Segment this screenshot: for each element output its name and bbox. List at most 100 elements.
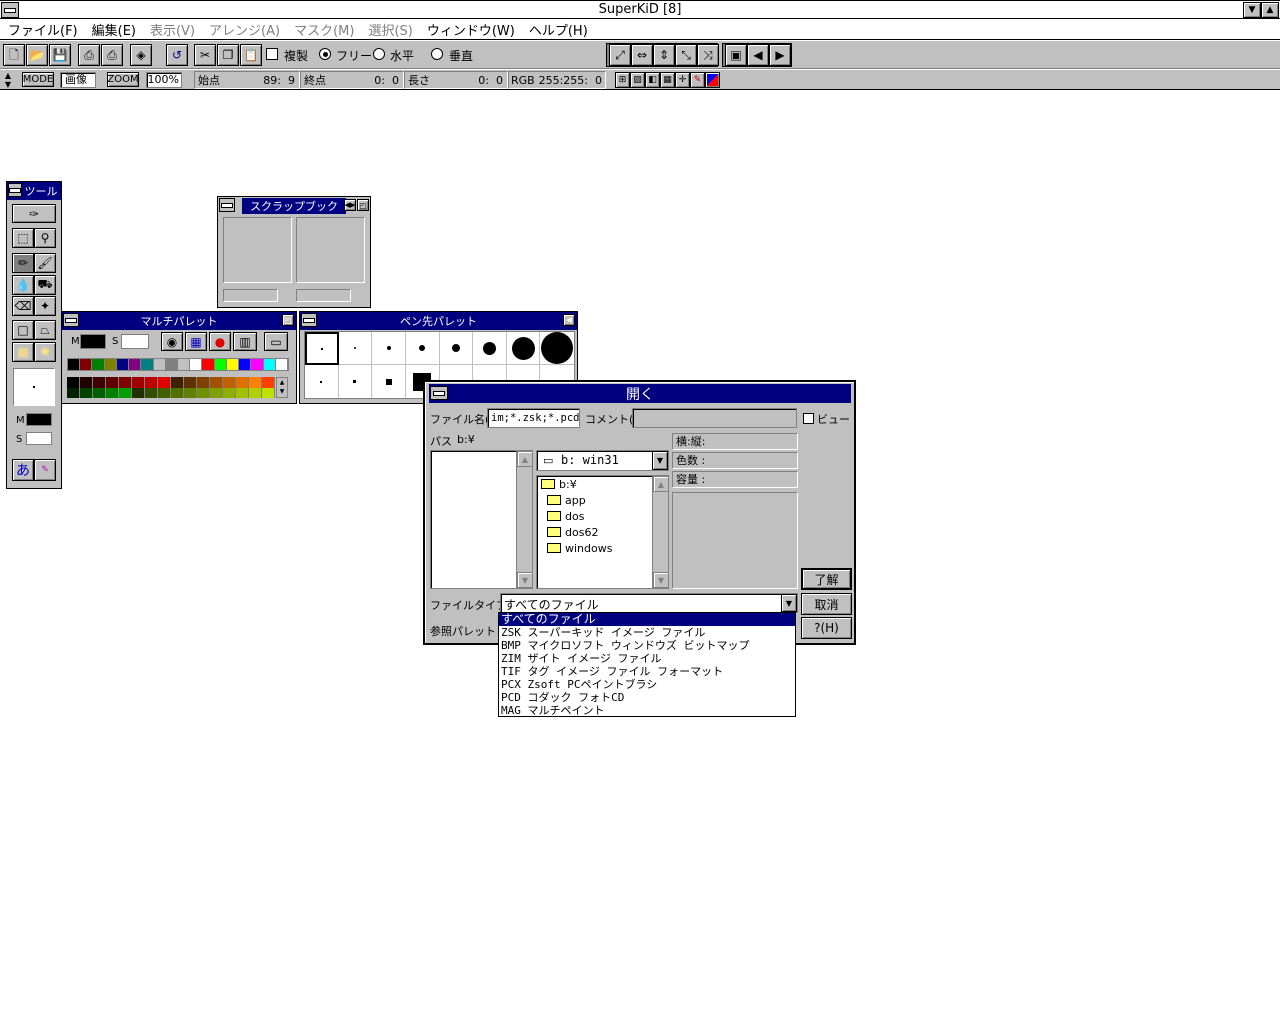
palette-swatch[interactable] (153, 359, 166, 370)
radio-horizontal[interactable] (373, 48, 385, 60)
pen-tip-2px[interactable] (338, 332, 373, 365)
print-setup-icon[interactable]: ⎙ (101, 44, 123, 66)
palette-swatch[interactable] (210, 388, 223, 398)
palette-swatch[interactable] (106, 377, 119, 388)
radio-free[interactable] (319, 48, 331, 60)
scrapbook-sysmenu-icon[interactable] (219, 198, 235, 212)
scrapbook-title-bar[interactable]: スクラップブック ◀▶ ◰ (218, 197, 370, 215)
palette-swatch[interactable] (197, 377, 210, 388)
next-icon[interactable]: ▶ (769, 44, 791, 66)
palette-swatch[interactable] (223, 388, 236, 398)
filetype-option-tif[interactable]: TIF タグ イメージ ファイル フォーマット (499, 665, 795, 678)
dir-list-scroll-down-icon[interactable]: ▼ (653, 572, 669, 588)
status-scroll-icon[interactable]: ▲ ▼ (2, 71, 14, 89)
filetype-dropdown-icon[interactable]: ▼ (781, 594, 797, 612)
maximize-button[interactable]: ▲ (1261, 2, 1279, 18)
filename-input[interactable]: im;*.zsk;*.pcd (487, 408, 580, 428)
help-button[interactable]: ?(H) (801, 617, 852, 639)
pen-palette-sysmenu-icon[interactable] (301, 313, 317, 327)
palette-swatch[interactable] (116, 359, 130, 370)
multipalette-sysmenu-icon[interactable] (63, 313, 79, 327)
gradation-icon[interactable]: ◧ (645, 72, 660, 88)
palette-swatch[interactable] (129, 359, 142, 370)
palette-apple-icon[interactable]: ● (209, 332, 231, 351)
pen-tip-sq-2px[interactable] (339, 365, 373, 398)
mode-button[interactable]: MODE (22, 72, 54, 87)
palette-swatch[interactable] (214, 359, 227, 370)
palette-swatch[interactable] (93, 377, 106, 388)
cancel-button[interactable]: 取消 (801, 593, 852, 615)
pen-tip-1px[interactable] (305, 332, 339, 365)
pencil-tool-icon[interactable]: ✏ (12, 253, 34, 273)
palette-swatch[interactable] (262, 388, 275, 398)
palette-swatch[interactable] (80, 388, 93, 398)
tile-icon[interactable]: ▦ (660, 72, 675, 88)
scrapbook-slot-2[interactable] (296, 217, 365, 283)
dir-item-windows[interactable]: windows (537, 542, 668, 558)
flip-icon[interactable]: ⇔ (631, 44, 653, 66)
eyedropper-tool-icon[interactable]: ⚲ (34, 228, 56, 248)
copy-icon[interactable]: ❐ (217, 44, 239, 66)
file-list-scroll-down-icon[interactable]: ▼ (517, 572, 533, 588)
texture-tool-icon[interactable]: ▩ (12, 342, 34, 362)
palette-swatch[interactable] (197, 388, 210, 398)
color-pen-icon[interactable]: ✎ (690, 72, 705, 88)
crosshair-icon[interactable]: ✛ (675, 72, 690, 88)
palette-swatch[interactable] (263, 359, 276, 370)
resize-icon[interactable]: ⇕ (653, 44, 675, 66)
grid-icon[interactable]: ⊞ (615, 72, 630, 88)
multipalette-title-bar[interactable]: マルチパレット ◰ (62, 312, 296, 330)
palette-swatch[interactable] (236, 388, 249, 398)
pen-palette-title-bar[interactable]: ペン先パレット ◀ (300, 312, 577, 330)
open-dialog-title-bar[interactable]: 開く (429, 384, 851, 403)
polygon-tool-icon[interactable]: ⏢ (34, 320, 56, 340)
palette-swatch[interactable] (251, 359, 264, 370)
airbrush-tool-icon[interactable]: ✑ (12, 204, 56, 223)
menu-file[interactable]: ファイル(F) (8, 20, 78, 39)
filetype-option-bmp[interactable]: BMP マイクロソフト ウィンドウズ ビットマップ (499, 639, 795, 652)
scrapbook-maximize-icon[interactable]: ◰ (357, 199, 369, 211)
palette-swatch[interactable] (80, 377, 93, 388)
file-list-scroll-up-icon[interactable]: ▲ (517, 451, 533, 467)
dir-list-scroll-up-icon[interactable]: ▲ (653, 476, 669, 492)
menu-arrange[interactable]: アレンジ(A) (209, 20, 280, 39)
menu-window[interactable]: ウィンドウ(W) (427, 20, 515, 39)
palette-swatch[interactable] (132, 377, 145, 388)
skew-icon[interactable]: ⤡ (675, 44, 697, 66)
dir-item-dos[interactable]: dos (537, 510, 668, 526)
directory-list[interactable]: b:¥ app dos dos62 windows (536, 475, 669, 589)
select-rect-tool-icon[interactable]: ⬚ (12, 228, 34, 248)
palette-swatch[interactable] (249, 388, 262, 398)
zoom-button[interactable]: ZOOM (107, 72, 139, 87)
palette-swatch[interactable] (104, 359, 117, 370)
palette-swatch[interactable] (171, 388, 184, 398)
palette-swatch[interactable] (190, 359, 203, 370)
tool-panel-sysmenu-icon[interactable] (8, 183, 22, 197)
paste-icon[interactable]: 📋 (240, 44, 262, 66)
scrapbook-scroll-icon[interactable]: ◀▶ (344, 199, 356, 211)
palette-swatch[interactable] (236, 377, 249, 388)
palette-swatch[interactable] (202, 359, 215, 370)
scan-icon[interactable]: ◈ (130, 44, 152, 66)
palette-scroll[interactable]: ▲ ▼ (276, 377, 288, 398)
color-swatch-icon[interactable] (705, 72, 720, 88)
dir-item-root[interactable]: b:¥ (537, 478, 668, 494)
palette-swatch[interactable] (275, 359, 288, 370)
brush-tool-icon[interactable]: 🖌 (34, 253, 56, 273)
comment-input[interactable] (632, 408, 797, 428)
new-file-icon[interactable]: 🗋 (3, 44, 25, 66)
palette-swatch[interactable] (68, 359, 81, 370)
sub-color-swatch[interactable] (26, 432, 52, 445)
filetype-select[interactable]: すべてのファイル ▼ (500, 593, 798, 613)
palette-swatch[interactable] (92, 359, 105, 370)
palette-gradient-icon[interactable]: ▥ (233, 332, 257, 351)
multipalette-sub-color[interactable] (121, 334, 149, 349)
menu-edit[interactable]: 編集(E) (92, 20, 136, 39)
palette-swatch[interactable] (210, 377, 223, 388)
print-icon[interactable]: ⎙ (78, 44, 100, 66)
pen-tip-21px[interactable] (506, 332, 541, 365)
minimize-button[interactable]: ▼ (1243, 2, 1261, 18)
pen-tip-sq-1px[interactable] (305, 365, 339, 398)
palette-swatch[interactable] (158, 388, 171, 398)
palette-swatch[interactable] (165, 359, 178, 370)
